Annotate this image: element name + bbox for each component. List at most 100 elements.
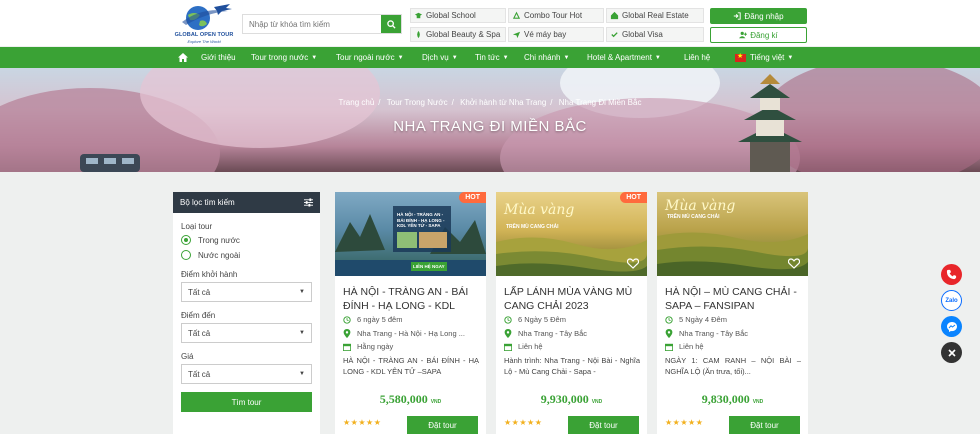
vietnam-flag-icon	[735, 52, 746, 62]
schedule-text: Liên hệ	[518, 342, 543, 351]
quick-link-beauty-spa[interactable]: Global Beauty & Spa	[410, 27, 506, 42]
nav-item-label: Chi nhánh	[524, 53, 561, 62]
logo-slogan: Explore The World	[187, 39, 221, 44]
close-social-button[interactable]	[941, 342, 962, 363]
tour-card[interactable]: Mùa vàng TRÊN MÙ CANG CHẢI HÀ NỘI – MÙ C…	[657, 192, 808, 434]
map-marker-icon	[665, 329, 673, 338]
departure-select[interactable]: Tất cả ▼	[181, 282, 312, 302]
phone-icon	[946, 269, 957, 280]
tour-image[interactable]: HÀ NỘI - TRÀNG AN - BÁI ĐÍNH - HẠ LONG -…	[335, 192, 486, 276]
filter-title: Bộ lọc tìm kiếm	[180, 198, 235, 207]
price-currency: VND	[430, 399, 442, 405]
tour-image[interactable]: Mùa vàng TRÊN MÙ CANG CHẢI HOT	[496, 192, 647, 276]
plane-icon	[512, 31, 521, 39]
quick-link-label: Global Visa	[622, 30, 663, 39]
halong-bay-illustration	[335, 206, 486, 276]
nav-item-gioi-thieu[interactable]: Giới thiệu	[201, 47, 236, 68]
login-button[interactable]: Đăng nhập	[710, 8, 807, 24]
tour-route: Nha Trang - Tây Bắc	[504, 329, 640, 338]
quick-link-label: Vé máy bay	[524, 30, 567, 39]
price-currency: VND	[752, 399, 764, 405]
quick-link-global-visa[interactable]: Global Visa	[606, 27, 704, 42]
nav-item-tour-ngoai-nuoc[interactable]: Tour ngoài nước ▼	[336, 47, 404, 68]
language-selector[interactable]: Tiếng việt ▼	[735, 47, 793, 68]
price-currency: VND	[591, 399, 603, 405]
breadcrumb-domestic-link[interactable]: Tour Trong Nước	[387, 98, 448, 107]
find-tour-button[interactable]: Tìm tour	[181, 392, 312, 412]
image-subcaption: TRÊN MÙ CANG CHẢI	[506, 224, 559, 230]
star-rating-icon: ★★★★★	[343, 418, 382, 427]
price-label: Giá	[181, 352, 194, 361]
tour-title[interactable]: HÀ NỘI – MÙ CANG CHẢI - SAPA – FANSIPAN	[665, 285, 801, 313]
clock-icon	[343, 315, 351, 324]
price-select[interactable]: Tất cả ▼	[181, 364, 312, 384]
tour-card[interactable]: HÀ NỘI - TRÀNG AN - BÁI ĐÍNH - HẠ LONG -…	[335, 192, 486, 434]
tour-card[interactable]: Mùa vàng TRÊN MÙ CANG CHẢI HOT LẤP LÁNH …	[496, 192, 647, 434]
nav-item-tin-tuc[interactable]: Tin tức ▼	[475, 47, 509, 68]
tour-description: NGÀY 1: CAM RANH – NỘI BÀI – NGHĨA LỘ (Ă…	[665, 356, 801, 376]
search-box	[242, 14, 402, 34]
tour-duration: 5 Ngày 4 Đêm	[665, 315, 801, 324]
nav-item-label: Hotel & Apartment	[587, 53, 652, 62]
breadcrumb-departure-link[interactable]: Khởi hành từ Nha Trang	[460, 98, 546, 107]
map-marker-icon	[343, 329, 351, 338]
site-header: GLOBAL OPEN TOUR Explore The World Globa…	[0, 0, 980, 46]
nav-item-label: Tour ngoài nước	[336, 53, 395, 62]
price-amount: 9,930,000	[540, 392, 589, 406]
duration-text: 6 ngày 5 đêm	[357, 315, 403, 324]
quick-link-real-estate[interactable]: Global Real Estate	[606, 8, 704, 23]
star-rating-icon: ★★★★★	[665, 418, 704, 427]
breadcrumb: Trang chủ / Tour Trong Nước / Khởi hành từ…	[0, 98, 980, 107]
user-add-icon	[739, 31, 748, 39]
tour-price: 5,580,000 VND	[335, 392, 486, 407]
quick-link-plane-ticket[interactable]: Vé máy bay	[508, 27, 604, 42]
departure-value: Tất cả	[188, 287, 211, 297]
site-logo[interactable]: GLOBAL OPEN TOUR Explore The World	[172, 3, 236, 44]
map-marker-icon	[504, 329, 512, 338]
radio-nuoc-ngoai[interactable]: Nước ngoài	[181, 250, 240, 260]
school-icon	[414, 12, 423, 19]
radio-unchecked-icon	[181, 250, 191, 260]
book-tour-button[interactable]: Đặt tour	[407, 416, 478, 434]
heart-icon[interactable]	[788, 258, 800, 269]
search-button[interactable]	[381, 15, 401, 33]
quick-link-combo-tour[interactable]: Combo Tour Hot	[508, 8, 604, 23]
destination-label: Điểm đến	[181, 311, 216, 320]
tour-title[interactable]: LẤP LÁNH MÙA VÀNG MÙ CANG CHẢI 2023	[504, 285, 640, 313]
phone-call-button[interactable]	[941, 264, 962, 285]
main-nav: Giới thiệu Tour trong nước ▼ Tour ngoài n…	[0, 47, 980, 68]
home-nav-link[interactable]	[178, 47, 188, 68]
tour-description: HÀ NỘI - TRÀNG AN - BÁI ĐÍNH - HẠ LONG -…	[343, 356, 479, 376]
nav-item-dich-vu[interactable]: Dịch vụ ▼	[422, 47, 458, 68]
search-input[interactable]	[243, 15, 381, 33]
tour-title[interactable]: HÀ NỘI - TRÀNG AN - BÁI ĐÍNH - HẠ LONG -…	[343, 285, 479, 313]
tour-schedule: Liên hệ	[665, 342, 801, 351]
book-tour-button[interactable]: Đặt tour	[729, 416, 800, 434]
language-label: Tiếng việt	[750, 53, 785, 62]
breadcrumb-home-link[interactable]: Trang chủ	[339, 98, 375, 107]
zalo-chat-button[interactable]: Zalo	[941, 290, 962, 311]
quick-link-label: Global Real Estate	[622, 11, 689, 20]
nav-item-lien-he[interactable]: Liên hệ	[684, 47, 710, 68]
register-button[interactable]: Đăng kí	[710, 27, 807, 43]
duration-text: 6 Ngày 5 Đêm	[518, 315, 566, 324]
messenger-icon	[946, 321, 957, 332]
tour-image[interactable]: Mùa vàng TRÊN MÙ CANG CHẢI	[657, 192, 808, 276]
quick-link-global-school[interactable]: Global School	[410, 8, 506, 23]
nav-item-tour-trong-nuoc[interactable]: Tour trong nước ▼	[251, 47, 317, 68]
visa-icon	[611, 32, 618, 38]
nav-item-label: Dịch vụ	[422, 53, 449, 62]
radio-trong-nuoc[interactable]: Trong nước	[181, 235, 240, 245]
book-tour-button[interactable]: Đặt tour	[568, 416, 639, 434]
sliders-icon[interactable]	[304, 198, 313, 207]
heart-icon[interactable]	[627, 258, 639, 269]
nav-item-hotel[interactable]: Hotel & Apartment ▼	[587, 47, 661, 68]
page-title: NHA TRANG ĐI MIỀN BẮC	[393, 118, 587, 135]
route-text: Nha Trang - Hà Nội - Hạ Long ...	[357, 329, 465, 338]
destination-select[interactable]: Tất cả ▼	[181, 323, 312, 343]
quick-link-label: Combo Tour Hot	[524, 11, 583, 20]
hot-badge: HOT	[620, 192, 647, 203]
messenger-chat-button[interactable]	[941, 316, 962, 337]
tour-description: Hành trình: Nha Trang - Nội Bài - Nghĩa …	[504, 356, 640, 376]
nav-item-chi-nhanh[interactable]: Chi nhánh ▼	[524, 47, 569, 68]
